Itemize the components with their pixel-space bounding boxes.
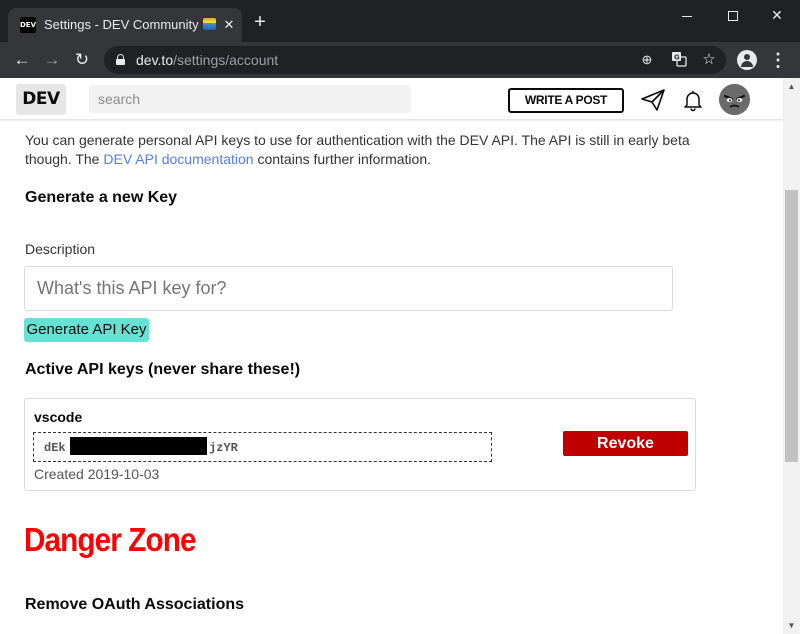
revoke-button[interactable]: Revoke [563,431,688,456]
api-key-suffix: jzYR [209,441,238,455]
tab-strip: DEV Settings - DEV Community ✕ + ✕ [0,0,800,42]
site-search-input[interactable] [89,85,411,113]
svg-text:G: G [674,54,680,62]
notification-bell-icon[interactable] [681,88,707,112]
maximize-icon [728,11,738,22]
write-post-button[interactable]: WRITE A POST [508,88,624,113]
url-text[interactable]: dev.to/settings/account [136,52,278,68]
scroll-down-arrow-icon[interactable]: ▼ [783,617,800,634]
api-key-created-date: Created 2019-10-03 [34,466,160,482]
maximize-button[interactable] [710,0,756,30]
scroll-up-arrow-icon[interactable]: ▲ [783,78,800,95]
generate-api-key-button[interactable]: Generate API Key [24,318,149,342]
generate-key-heading: Generate a new Key [25,189,178,206]
active-keys-heading: Active API keys (never share these!) [25,361,301,378]
forward-arrow-icon[interactable]: → [40,48,64,72]
description-label: Description [25,241,96,257]
api-key-prefix: dEk [44,441,66,455]
dev-api-docs-link[interactable]: DEV API documentation [103,151,253,167]
window-close-button[interactable]: ✕ [754,0,800,30]
url-host: dev.to [136,52,174,68]
kebab-menu-icon[interactable]: ⋮ [768,49,788,71]
api-key-description-input[interactable] [24,266,673,311]
tab-settings[interactable]: DEV Settings - DEV Community ✕ [8,8,242,42]
url-path: /settings/account [173,52,279,68]
install-app-icon[interactable]: ⊕ [638,51,656,69]
remove-oauth-heading: Remove OAuth Associations [25,596,245,613]
reload-icon[interactable]: ↻ [70,48,94,72]
new-tab-button[interactable]: + [249,11,271,33]
lock-icon [116,54,125,65]
api-key-name: vscode [34,409,83,425]
address-bar[interactable]: dev.to/settings/account ⊕ G ☆ [104,46,726,74]
tab-close-icon[interactable]: ✕ [220,16,238,34]
sunrise-emoji-icon [202,18,216,30]
scrollbar-thumb[interactable] [785,190,798,462]
paper-plane-icon[interactable] [640,88,666,112]
danger-zone-heading: Danger Zone [24,521,197,558]
api-intro-text: You can generate personal API keys to us… [25,132,690,167]
minimize-icon [682,15,692,17]
dev-favicon-icon: DEV [20,17,36,33]
api-key-redaction-mask [70,437,207,455]
page-viewport: DEV WRITE A POST You can generate person… [0,78,800,634]
page-scrollbar[interactable]: ▲ ▼ [783,78,800,634]
minimize-button[interactable] [664,0,710,30]
browser-toolbar: ← → ↻ dev.to/settings/account ⊕ G ☆ ⋮ [0,42,800,78]
translate-icon[interactable]: G [670,51,688,69]
back-arrow-icon[interactable]: ← [10,48,34,72]
browser-window: DEV Settings - DEV Community ✕ + ✕ ← → ↻… [0,0,800,634]
api-key-card: vscode dEk jzYR Created 2019-10-03 Revok… [24,398,696,491]
bookmark-star-icon[interactable]: ☆ [700,51,718,69]
profile-icon[interactable] [737,50,757,70]
dev-logo[interactable]: DEV [16,84,66,115]
avatar[interactable] [719,84,750,115]
api-key-value-box[interactable]: dEk jzYR [33,432,492,462]
site-header: DEV WRITE A POST [0,78,783,120]
tab-title: Settings - DEV Community [44,17,199,32]
